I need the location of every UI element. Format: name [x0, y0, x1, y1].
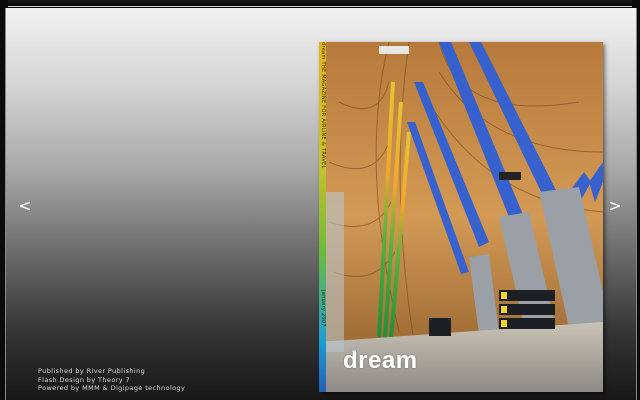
top-bar [8, 0, 632, 7]
credit-publisher: Published by River Publishing [38, 367, 146, 375]
credit-flash-design: Flash Design by Theory 7 [38, 375, 131, 384]
cover-photo [319, 42, 603, 392]
cover-spine-text: dream THE MAGAZINE FOR AIRLINE & TRAVEL … [320, 42, 326, 328]
credit-powered-by: Powered by MMM & Digipage technology [38, 384, 186, 393]
next-page-button[interactable]: > [608, 196, 622, 216]
credits: Published by River Publishing Flash Desi… [38, 367, 185, 393]
magazine-cover[interactable]: dream THE MAGAZINE FOR AIRLINE & TRAVEL … [319, 42, 603, 392]
previous-page-button[interactable]: < [18, 196, 32, 216]
magazine-title: dream [343, 347, 418, 374]
